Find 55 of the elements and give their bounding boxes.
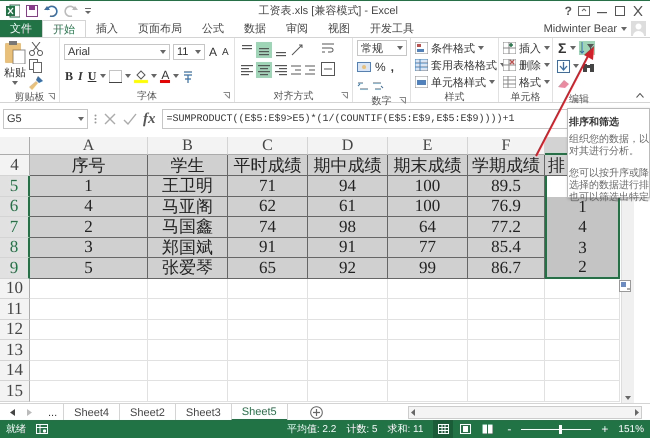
table-cell: 98 xyxy=(308,217,388,238)
table-cell: 2 xyxy=(30,217,148,238)
status-mode: 就绪 xyxy=(6,422,26,436)
table-cell: 86.7 xyxy=(468,258,545,278)
table-cell: 5 xyxy=(30,258,148,278)
table-cell: 2 xyxy=(545,258,620,278)
table-cell: 91 xyxy=(308,238,388,258)
table-cell: 100 xyxy=(388,176,468,196)
table-cell: 71 xyxy=(228,176,308,196)
table-cell: 张爱琴 xyxy=(148,258,228,278)
group-label: 编辑 xyxy=(569,92,589,106)
tooltip-text: 组织您的数据，以 xyxy=(569,134,648,146)
table-cell: 马国鑫 xyxy=(148,217,228,238)
window-title: 工资表.xls [兼容模式] - Excel xyxy=(258,4,399,18)
group-label: 单元格 xyxy=(510,90,540,104)
tooltip-text: 对其进行分析。 xyxy=(569,146,640,158)
group-label: 剪贴板 xyxy=(14,90,44,104)
group-label: 数字 xyxy=(372,94,392,108)
table-cell: 89.5 xyxy=(468,176,545,196)
table-cell: 王卫明 xyxy=(148,176,228,196)
table-cell: 65 xyxy=(228,258,308,278)
table-cell: 77.2 xyxy=(468,217,545,238)
tooltip-title: 排序和筛选 xyxy=(569,115,620,129)
table-cell: 4 xyxy=(545,217,620,238)
table-cell: 94 xyxy=(308,176,388,196)
table-cell: 1 xyxy=(30,176,148,196)
table-cell: 学期成绩 xyxy=(468,155,545,176)
table-cell: 62 xyxy=(228,196,308,217)
table-cell: 92 xyxy=(308,258,388,278)
table-cell: 64 xyxy=(388,217,468,238)
table-cell: 期末成绩 xyxy=(388,155,468,176)
table-cell: 99 xyxy=(388,258,468,278)
group-label: 样式 xyxy=(444,90,464,104)
tooltip-text: 选择的数据进行排 xyxy=(569,180,648,192)
table-cell: 85.4 xyxy=(468,238,545,258)
table-cell: 马亚阁 xyxy=(148,196,228,217)
table-cell: 3 xyxy=(30,238,148,258)
group-label: 字体 xyxy=(137,90,157,102)
table-cell: 74 xyxy=(228,217,308,238)
table-cell: 3 xyxy=(545,238,620,258)
table-cell: 91 xyxy=(228,238,308,258)
table-cell: 76.9 xyxy=(468,196,545,217)
table-cell: 4 xyxy=(30,196,148,217)
table-cell: 100 xyxy=(388,196,468,217)
table-cell: 郑国斌 xyxy=(148,238,228,258)
table-cell: 平时成绩 xyxy=(228,155,308,176)
group-label: 对齐方式 xyxy=(274,90,314,102)
table-cell: 77 xyxy=(388,238,468,258)
table-cell: 学生 xyxy=(148,155,228,176)
table-cell: 61 xyxy=(308,196,388,217)
count-readout: 计数: 5 xyxy=(346,422,378,436)
average-readout: 平均值: 2.2 xyxy=(286,423,336,436)
table-cell: 序号 xyxy=(30,155,148,176)
sum-readout: 求和: 11 xyxy=(387,422,424,436)
table-cell: 期中成绩 xyxy=(308,155,388,176)
